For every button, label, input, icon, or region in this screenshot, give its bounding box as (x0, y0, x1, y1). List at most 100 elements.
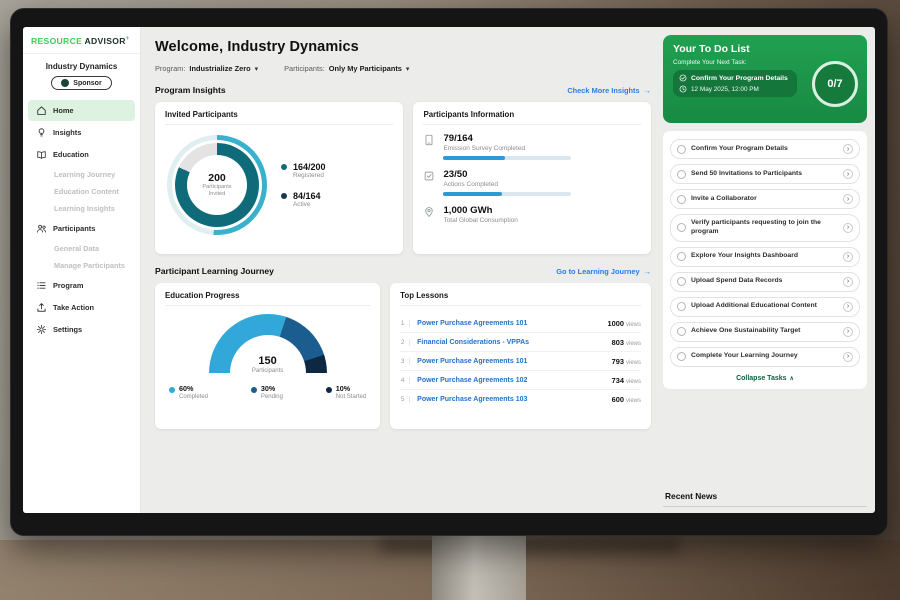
lesson-title-link[interactable]: Financial Considerations - VPPAs (417, 339, 604, 346)
task-chevron-icon[interactable]: › (843, 352, 853, 362)
task-checkbox[interactable] (677, 302, 686, 311)
org-name: Industry Dynamics (23, 62, 140, 71)
task-checkbox[interactable] (677, 327, 686, 336)
gauge-center-value: 150 (209, 355, 327, 367)
task-checkbox[interactable] (677, 252, 686, 261)
program-select-label: Program: (155, 64, 185, 73)
sponsor-badge[interactable]: Sponsor (51, 76, 111, 90)
main-content: Welcome, Industry Dynamics Program: Indu… (141, 27, 663, 513)
task-chevron-icon[interactable]: › (843, 302, 853, 312)
task-chevron-icon[interactable]: › (843, 327, 853, 337)
task-chevron-icon[interactable]: › (843, 144, 853, 154)
task-item-confirm-program[interactable]: Confirm Your Program Details › (670, 139, 860, 159)
legend-not-started: 10% Not Started (326, 384, 366, 400)
task-label: Verify participants requesting to join t… (691, 219, 838, 237)
sidebar-item-learning-insights[interactable]: Learning Insights (28, 200, 135, 217)
lesson-title-link[interactable]: Power Purchase Agreements 101 (417, 358, 604, 365)
task-chevron-icon[interactable]: › (843, 252, 853, 262)
task-item-send-invitations[interactable]: Send 50 Invitations to Participants › (670, 164, 860, 184)
task-item-complete-learning-journey[interactable]: Complete Your Learning Journey › (670, 347, 860, 367)
task-item-upload-educational-content[interactable]: Upload Additional Educational Content › (670, 297, 860, 317)
task-chevron-icon[interactable]: › (843, 194, 853, 204)
lesson-row: 2 Financial Considerations - VPPAs 803vi… (400, 333, 641, 352)
gauge-center-label: Participants (252, 368, 283, 374)
sidebar-nav: Home Insights Education Learning Journey… (23, 97, 140, 347)
task-label: Achieve One Sustainability Target (691, 327, 838, 336)
consumption-label: Total Global Consumption (443, 217, 517, 224)
education-progress-gauge: 150 Participants (209, 314, 327, 374)
location-pin-icon (423, 206, 435, 218)
arrow-right-icon: → (644, 267, 651, 276)
task-checkbox[interactable] (677, 223, 686, 232)
brand-primary: RESOURCE (31, 36, 82, 46)
sidebar-item-home[interactable]: Home (28, 100, 135, 121)
sidebar-item-insights[interactable]: Insights (28, 122, 135, 143)
card-title: Invited Participants (165, 110, 393, 125)
checklist-icon (423, 170, 435, 182)
lesson-title-link[interactable]: Power Purchase Agreements 101 (417, 320, 600, 327)
card-title: Education Progress (165, 291, 370, 306)
next-task-chip[interactable]: Confirm Your Program Details 12 May 2025… (673, 70, 797, 97)
lesson-title-link[interactable]: Power Purchase Agreements 103 (417, 396, 604, 403)
collapse-tasks-link[interactable]: Collapse Tasks∧ (670, 372, 860, 386)
recent-news-label: Recent News (665, 491, 717, 501)
donut-center-value: 200 (208, 172, 226, 184)
education-progress-card: Education Progress 150 Participants 60% … (155, 283, 380, 429)
lesson-rank: 4 (400, 377, 410, 384)
sidebar-item-settings[interactable]: Settings (28, 319, 135, 340)
task-checkbox[interactable] (677, 352, 686, 361)
list-icon (36, 280, 47, 291)
task-checkbox[interactable] (677, 145, 686, 154)
task-item-upload-spend-data[interactable]: Upload Spend Data Records › (670, 272, 860, 292)
lesson-rank: 3 (400, 358, 410, 365)
sidebar-item-program[interactable]: Program (28, 275, 135, 296)
sidebar-item-manage-participants[interactable]: Manage Participants (28, 257, 135, 274)
sidebar-item-participants[interactable]: Participants (28, 218, 135, 239)
task-label: Explore Your Insights Dashboard (691, 252, 838, 261)
program-select[interactable]: Program: Industrialize Zero ▾ (155, 64, 258, 73)
recent-news-header: Recent News (663, 484, 867, 507)
consumption-row: 1,000 GWh Total Global Consumption (423, 205, 641, 224)
task-checkbox[interactable] (677, 277, 686, 286)
go-to-learning-journey-link[interactable]: Go to Learning Journey→ (556, 267, 651, 276)
lesson-views: 734views (612, 376, 641, 385)
book-icon (36, 149, 47, 160)
task-checkbox[interactable] (677, 195, 686, 204)
card-title: Top Lessons (400, 291, 641, 306)
task-checkbox[interactable] (677, 170, 686, 179)
sidebar-item-learning-journey[interactable]: Learning Journey (28, 166, 135, 183)
sidebar-item-general-data[interactable]: General Data (28, 240, 135, 257)
participants-select[interactable]: Participants: Only My Participants ▾ (284, 64, 409, 73)
sidebar-item-label: Home (53, 106, 74, 115)
check-more-insights-link[interactable]: Check More Insights→ (567, 86, 651, 95)
sidebar-item-education-content[interactable]: Education Content (28, 183, 135, 200)
task-chevron-icon[interactable]: › (843, 277, 853, 287)
lesson-views: 793views (612, 357, 641, 366)
section-title-program-insights: Program Insights (155, 85, 226, 95)
legend-dot-pending (251, 387, 257, 393)
participants-select-value: Only My Participants (329, 64, 402, 73)
sidebar-item-label: Insights (53, 128, 81, 137)
sponsor-badge-label: Sponsor (73, 80, 101, 87)
task-item-verify-participants[interactable]: Verify participants requesting to join t… (670, 214, 860, 242)
task-label: Invite a Collaborator (691, 195, 838, 204)
task-item-achieve-sustainability-target[interactable]: Achieve One Sustainability Target › (670, 322, 860, 342)
legend-pending: 30% Pending (251, 384, 283, 400)
program-select-value: Industrialize Zero (189, 64, 250, 73)
sidebar-item-take-action[interactable]: Take Action (28, 297, 135, 318)
task-chevron-icon[interactable]: › (843, 223, 853, 233)
task-item-explore-insights[interactable]: Explore Your Insights Dashboard › (670, 247, 860, 267)
participants-select-label: Participants: (284, 64, 325, 73)
invited-participants-donut-chart: 200 Participants Invited (167, 135, 267, 235)
lesson-title-link[interactable]: Power Purchase Agreements 102 (417, 377, 604, 384)
survey-value: 79/164 (443, 133, 571, 144)
home-icon (36, 105, 47, 116)
program-insights-header: Program Insights Check More Insights→ (155, 85, 651, 95)
task-item-invite-collaborator[interactable]: Invite a Collaborator › (670, 189, 860, 209)
task-chevron-icon[interactable]: › (843, 169, 853, 179)
monitor-bezel: RESOURCE ADVISOR+ Industry Dynamics Spon… (10, 8, 888, 536)
task-label: Upload Additional Educational Content (691, 302, 838, 311)
lesson-views: 803views (612, 338, 641, 347)
sidebar-item-education[interactable]: Education (28, 144, 135, 165)
chevron-up-icon: ∧ (790, 376, 794, 382)
